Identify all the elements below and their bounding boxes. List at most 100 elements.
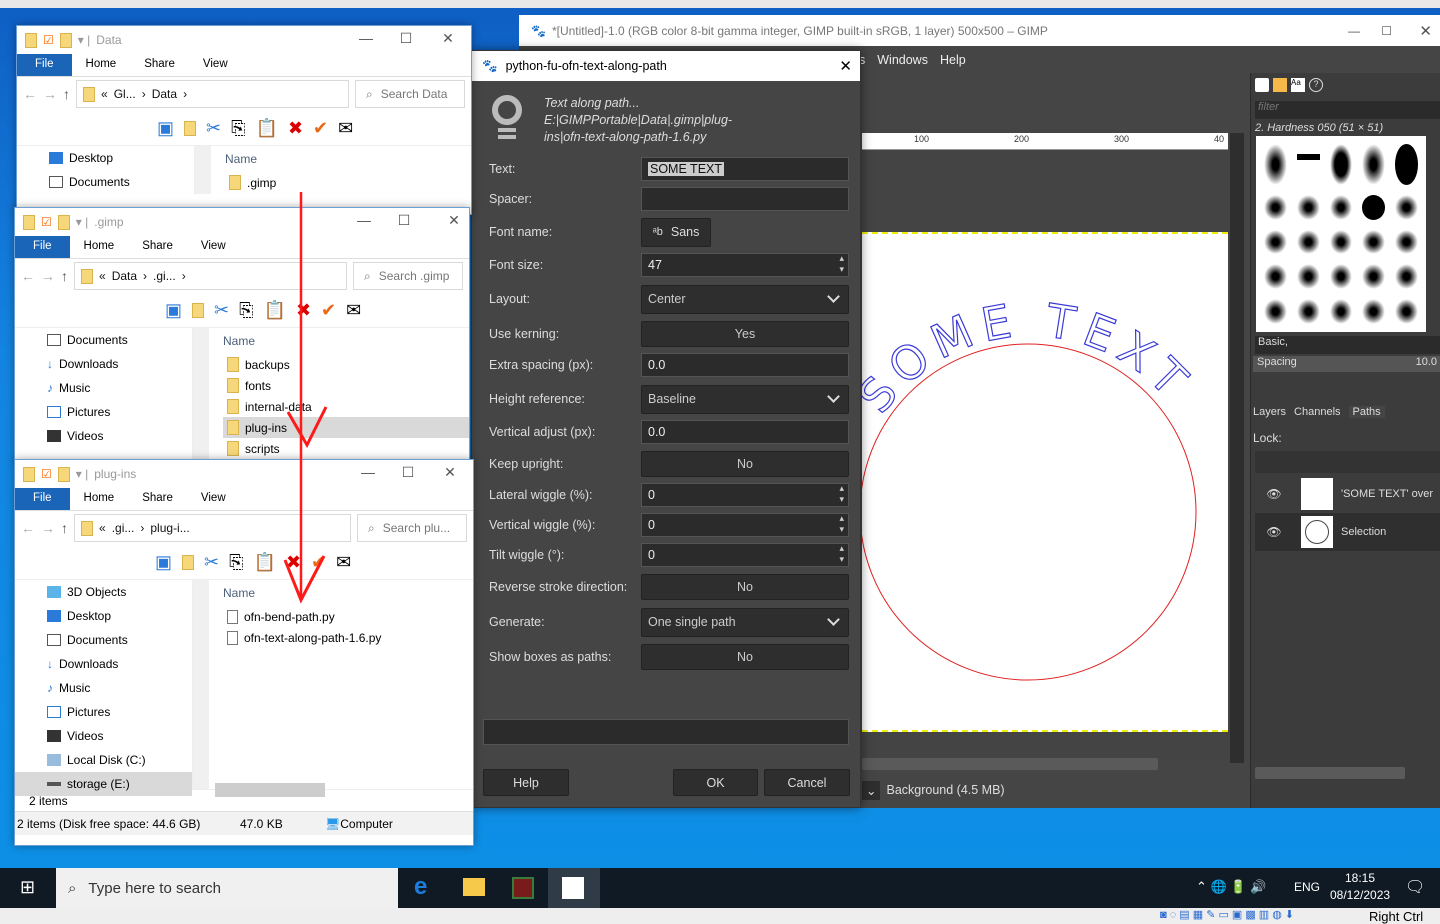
help-tab-icon[interactable]: ?: [1309, 78, 1323, 92]
tab-share[interactable]: Share: [130, 54, 189, 76]
cancel-button[interactable]: Cancel: [764, 769, 850, 796]
tab-home[interactable]: Home: [72, 54, 131, 76]
image-canvas[interactable]: SOME TEXT: [862, 232, 1228, 732]
brush-grid[interactable]: [1256, 136, 1426, 332]
breadcrumb-item[interactable]: .gi...: [153, 269, 176, 283]
copy-icon[interactable]: ⎘: [231, 118, 245, 139]
text-input[interactable]: SOME TEXT: [641, 157, 849, 181]
nav-item[interactable]: Documents: [17, 170, 194, 194]
file-item[interactable]: ofn-bend-path.py: [223, 606, 473, 627]
delete-icon[interactable]: ✖: [286, 552, 301, 573]
taskbar-search[interactable]: ⌕ Type here to search: [56, 868, 398, 908]
check-icon[interactable]: ✔: [311, 552, 326, 573]
nav-item[interactable]: ↓ Downloads: [15, 652, 192, 676]
address-bar[interactable]: «Gl... › Data ›: [76, 80, 349, 108]
breadcrumb-item[interactable]: Gl...: [114, 87, 136, 101]
nav-item[interactable]: 3D Objects: [15, 580, 192, 604]
minimize-button[interactable]: —: [353, 464, 383, 480]
clock-time[interactable]: 18:15: [1345, 871, 1375, 885]
maximize-button[interactable]: ☐: [393, 464, 423, 481]
new-folder-icon[interactable]: [59, 32, 72, 48]
tab-share[interactable]: Share: [128, 488, 187, 510]
search-input[interactable]: ⌕ Search .gimp: [353, 262, 463, 290]
tab-file[interactable]: File: [17, 54, 72, 76]
tab-view[interactable]: View: [187, 488, 240, 510]
spacer-input[interactable]: [641, 187, 849, 211]
vertical-wiggle-spinner[interactable]: 0: [641, 513, 849, 537]
paths-scrollbar[interactable]: [1255, 767, 1405, 779]
forward-button[interactable]: →: [41, 520, 55, 536]
file-item[interactable]: ofn-text-along-path-1.6.py: [223, 627, 473, 648]
fonts-tab-icon[interactable]: Aa: [1291, 78, 1305, 92]
tab-file[interactable]: File: [15, 236, 70, 258]
maximize-button[interactable]: ☐: [391, 30, 421, 47]
nav-item[interactable]: ♪ Music: [15, 376, 192, 400]
menu-windows[interactable]: Windows: [877, 53, 928, 67]
maximize-button[interactable]: ☐: [1381, 24, 1392, 38]
name-column-header[interactable]: Name: [225, 146, 471, 172]
tab-home[interactable]: Home: [70, 236, 129, 258]
height-reference-dropdown[interactable]: Baseline: [641, 384, 849, 414]
minimize-button[interactable]: —: [349, 212, 379, 228]
tab-file[interactable]: File: [15, 488, 70, 510]
name-column-header[interactable]: Name: [223, 328, 469, 354]
close-button[interactable]: ✕: [433, 30, 463, 47]
vertical-scrollbar[interactable]: [1230, 133, 1244, 763]
reverse-stroke-toggle[interactable]: No: [641, 574, 849, 600]
check-icon[interactable]: ✔: [313, 118, 328, 139]
nav-item[interactable]: Documents: [15, 628, 192, 652]
back-button[interactable]: ←: [21, 268, 35, 284]
breadcrumb-item[interactable]: Data: [152, 87, 177, 101]
rename-icon[interactable]: ✉: [336, 552, 351, 573]
rename-icon[interactable]: ✉: [338, 118, 353, 139]
ok-button[interactable]: OK: [673, 769, 758, 796]
tab-channels[interactable]: Channels: [1294, 406, 1340, 418]
start-button[interactable]: ⊞: [20, 877, 35, 898]
help-button[interactable]: Help: [483, 769, 569, 796]
search-input[interactable]: ⌕ Search Data: [355, 80, 465, 108]
vm-device-icons[interactable]: ◙ ◌ ▤ ▦ ✎ ▭ ▣ ▩ ▥ ◍ ⬇: [1160, 908, 1294, 921]
path-item[interactable]: 👁 'SOME TEXT' over: [1255, 475, 1440, 513]
nav-item[interactable]: ♪ Music: [15, 676, 192, 700]
nav-item-selected[interactable]: storage (E:): [15, 772, 192, 796]
close-button[interactable]: ✕: [435, 464, 465, 481]
properties-icon[interactable]: ☑: [43, 33, 54, 47]
language-indicator[interactable]: ENG: [1294, 880, 1320, 894]
tilt-wiggle-spinner[interactable]: 0: [641, 543, 849, 567]
pane-icon[interactable]: ▣: [157, 118, 174, 139]
file-item[interactable]: .gimp: [225, 172, 471, 193]
pane-icon[interactable]: ▣: [165, 300, 182, 321]
pane-icon[interactable]: ▣: [155, 552, 172, 573]
properties-icon[interactable]: ☑: [41, 467, 52, 481]
file-item[interactable]: scripts: [223, 438, 469, 459]
nav-item[interactable]: Desktop: [17, 146, 194, 170]
brush-tag-input[interactable]: Basic,: [1255, 336, 1440, 354]
forward-button[interactable]: →: [41, 268, 55, 284]
forward-button[interactable]: →: [43, 86, 57, 102]
tab-home[interactable]: Home: [70, 488, 129, 510]
cut-icon[interactable]: ✂: [214, 300, 229, 321]
file-item[interactable]: internal-data: [223, 396, 469, 417]
view-icon[interactable]: [184, 120, 197, 136]
path-item[interactable]: 👁 Selection: [1255, 513, 1440, 551]
patterns-tab-icon[interactable]: [1273, 78, 1287, 92]
tray-icons[interactable]: ⌃ 🌐 🔋 🔊: [1196, 879, 1266, 895]
spacing-slider[interactable]: Spacing 10.0: [1253, 356, 1440, 372]
rename-icon[interactable]: ✉: [346, 300, 361, 321]
address-bar[interactable]: «Data › .gi... ›: [74, 262, 347, 290]
new-folder-icon[interactable]: [57, 466, 70, 482]
search-input[interactable]: ⌕ Search plu...: [357, 514, 467, 542]
view-icon[interactable]: [192, 302, 205, 318]
nav-item[interactable]: Documents: [15, 328, 192, 352]
nav-item[interactable]: Pictures: [15, 400, 192, 424]
chevron-down-icon[interactable]: ⌄: [862, 780, 881, 800]
nav-item[interactable]: Pictures: [15, 700, 192, 724]
paste-icon[interactable]: 📋: [256, 118, 278, 139]
address-bar[interactable]: «.gi... › plug-i...: [74, 514, 351, 542]
brushes-tab-icon[interactable]: [1255, 78, 1269, 92]
eye-icon[interactable]: 👁: [1255, 487, 1293, 501]
keep-upright-toggle[interactable]: No: [641, 451, 849, 477]
up-button[interactable]: ↑: [61, 268, 68, 284]
menu-help[interactable]: Help: [940, 53, 966, 67]
layout-dropdown[interactable]: Center: [641, 284, 849, 314]
